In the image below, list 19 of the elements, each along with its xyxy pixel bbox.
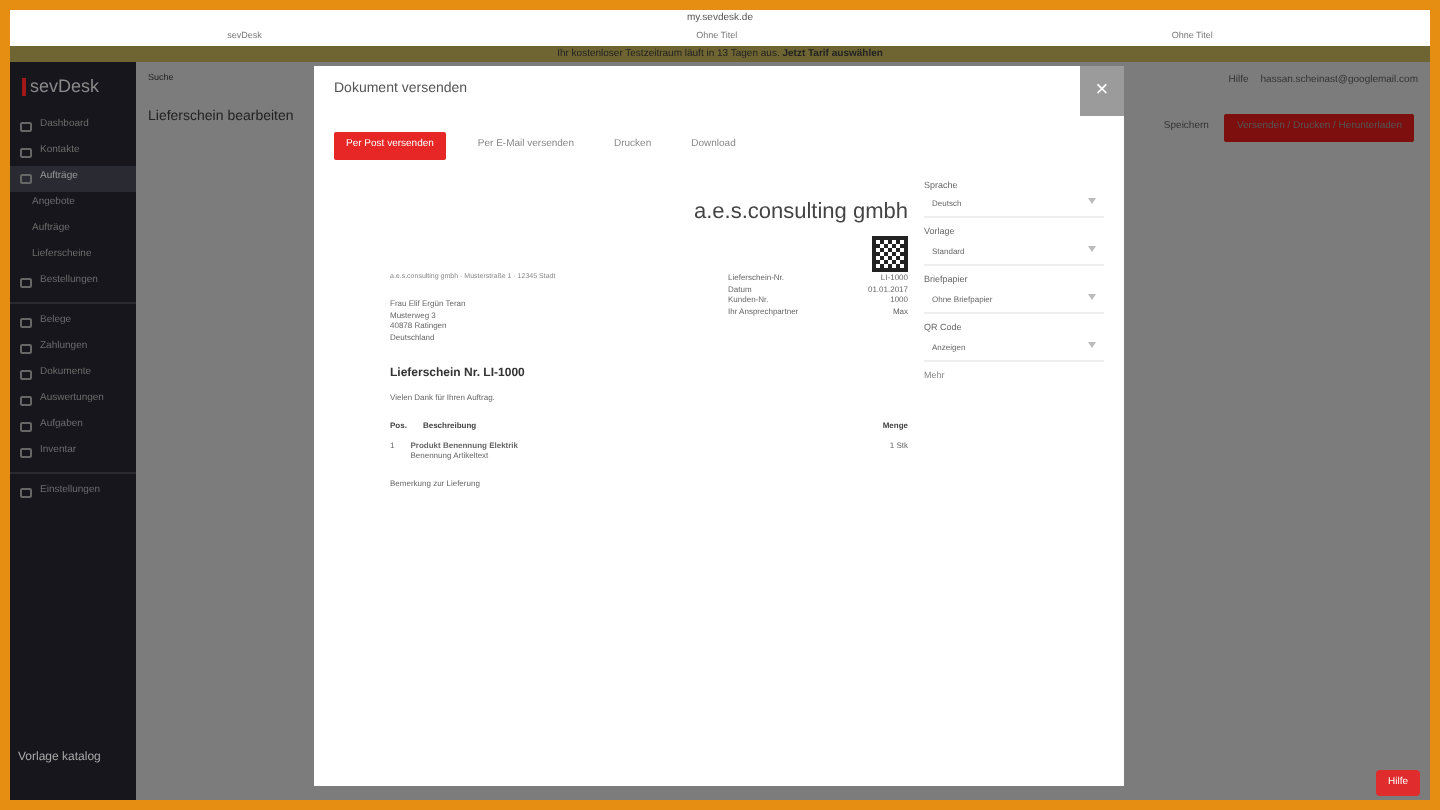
company-name: a.e.s.consulting gmbh (691, 197, 908, 227)
caret-icon (1088, 198, 1096, 205)
square-icon (20, 487, 32, 497)
qr-code-icon (872, 236, 908, 272)
close-button[interactable]: × (1080, 66, 1124, 116)
square-icon (20, 395, 32, 405)
square-icon (20, 369, 32, 379)
square-icon (20, 173, 32, 183)
square-icon (20, 421, 32, 431)
square-icon (20, 277, 32, 287)
square-icon (20, 447, 32, 457)
square-icon (20, 121, 32, 131)
square-icon (20, 147, 32, 157)
caret-icon (1088, 246, 1096, 252)
square-icon (20, 343, 32, 353)
caret-icon (1088, 293, 1096, 300)
caret-icon (1088, 341, 1096, 347)
square-icon (20, 317, 32, 327)
app-logo: sevDesk (30, 74, 100, 100)
